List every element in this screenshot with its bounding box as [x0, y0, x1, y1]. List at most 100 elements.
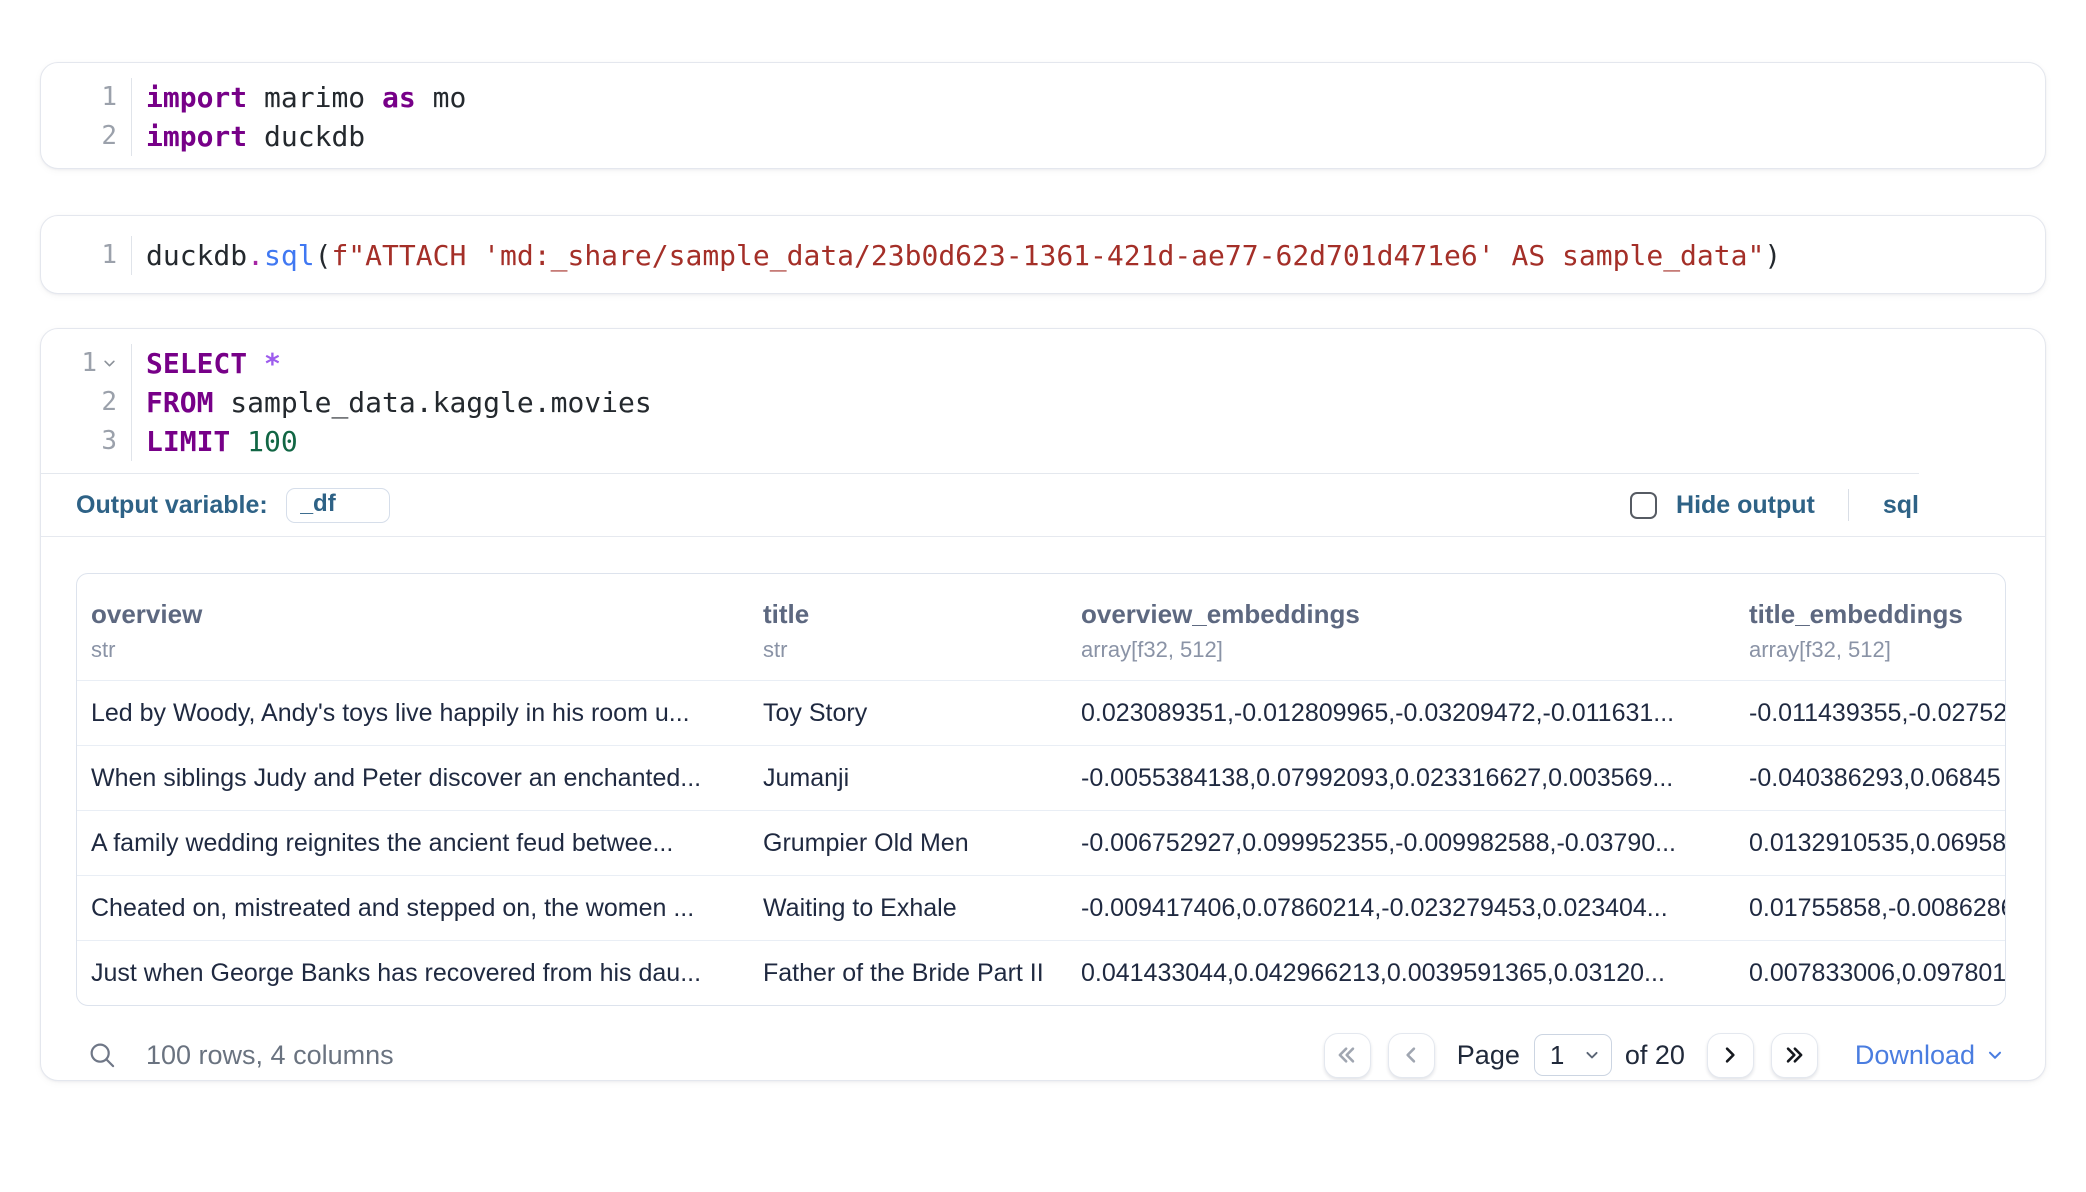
code-line: 1 import marimo as mo — [41, 78, 2045, 117]
code-cell-attach: 1 duckdb.sql(f"ATTACH 'md:_share/sample_d… — [40, 215, 2046, 294]
table-cell: Just when George Banks has recovered fro… — [77, 959, 749, 988]
code-token: duckdb — [146, 239, 247, 272]
column-header[interactable]: overview_embeddingsarray[f32, 512] — [1067, 599, 1735, 663]
table-row[interactable]: A family wedding reignites the ancient f… — [77, 810, 2005, 875]
table-row[interactable]: Just when George Banks has recovered fro… — [77, 940, 2005, 1005]
data-table: overviewstrtitlestroverview_embeddingsar… — [76, 573, 2006, 1006]
code-editor[interactable]: 1 duckdb.sql(f"ATTACH 'md:_share/sample_d… — [41, 216, 2045, 293]
line-gutter: 2 — [41, 383, 132, 422]
table-cell: Jumanji — [749, 764, 1067, 793]
code-token: FROM — [146, 386, 213, 419]
page-number-value: 1 — [1550, 1040, 1564, 1071]
code-content[interactable]: duckdb.sql(f"ATTACH 'md:_share/sample_da… — [132, 236, 1781, 275]
column-header[interactable]: titlestr — [749, 599, 1067, 663]
code-token: mo — [416, 81, 467, 114]
table-cell: -0.040386293,0.06845 — [1735, 764, 2005, 793]
fold-chevron-icon[interactable] — [102, 356, 117, 371]
table-cell: Led by Woody, Andy's toys live happily i… — [77, 699, 749, 728]
output-bar: Output variable: Hide output sql — [41, 474, 2045, 536]
line-number: 1 — [81, 344, 97, 383]
sql-cell: 1 SELECT * 2 FROM sample_data.kaggle.movies… — [40, 328, 2046, 1081]
table-output: overviewstrtitlestroverview_embeddingsar… — [41, 537, 2045, 1006]
code-line: 1 SELECT * — [41, 344, 2045, 383]
code-editor[interactable]: 1 SELECT * 2 FROM sample_data.kaggle.movies… — [41, 329, 2045, 473]
line-number: 1 — [101, 236, 117, 275]
line-gutter: 1 — [41, 236, 132, 275]
notebook: 1 import marimo as mo 2 import duckdb 1 duck… — [0, 0, 2086, 1081]
table-row[interactable]: When siblings Judy and Peter discover an… — [77, 745, 2005, 810]
table-row[interactable]: Cheated on, mistreated and stepped on, t… — [77, 875, 2005, 940]
table-cell: 0.023089351,-0.012809965,-0.03209472,-0.… — [1067, 699, 1735, 728]
code-token: SELECT — [146, 347, 247, 380]
code-editor[interactable]: 1 import marimo as mo 2 import duckdb — [41, 63, 2045, 168]
chevron-down-icon — [1582, 1045, 1602, 1065]
code-token: . — [247, 239, 264, 272]
code-content[interactable]: import marimo as mo — [132, 78, 466, 117]
download-button[interactable]: Download — [1855, 1040, 2006, 1071]
code-token: * — [264, 347, 281, 380]
page-number-select[interactable]: 1 — [1534, 1034, 1612, 1076]
code-token: duckdb — [247, 120, 365, 153]
code-token: import — [146, 120, 247, 153]
page-label: Page — [1457, 1040, 1520, 1071]
code-token — [230, 425, 247, 458]
column-dtype: array[f32, 512] — [1749, 637, 2005, 663]
code-token: LIMIT — [146, 425, 230, 458]
last-page-button[interactable] — [1771, 1033, 1818, 1078]
code-line: 3LIMIT 100 — [41, 422, 2045, 461]
download-label: Download — [1855, 1040, 1975, 1071]
code-token: ( — [315, 239, 332, 272]
pagination: Page 1 of 20 — [1324, 1033, 2006, 1078]
hide-output-checkbox[interactable] — [1630, 492, 1657, 519]
column-header[interactable]: title_embeddings array[f32, 512] — [1735, 599, 2005, 663]
code-content[interactable]: SELECT * — [132, 344, 281, 383]
line-number: 2 — [101, 383, 117, 422]
table-cell: Waiting to Exhale — [749, 894, 1067, 923]
table-cell: -0.006752927,0.099952355,-0.009982588,-0… — [1067, 829, 1735, 858]
code-line: 1 duckdb.sql(f"ATTACH 'md:_share/sample_d… — [41, 236, 2045, 275]
code-token: marimo — [247, 81, 382, 114]
table-cell: -0.009417406,0.07860214,-0.023279453,0.0… — [1067, 894, 1735, 923]
table-cell: -0.011439355,-0.02752 — [1735, 699, 2005, 728]
first-page-button[interactable] — [1324, 1033, 1371, 1078]
language-badge[interactable]: sql — [1883, 491, 1919, 520]
code-token: 100 — [247, 425, 298, 458]
table-cell: 0.041433044,0.042966213,0.0039591365,0.0… — [1067, 959, 1735, 988]
hide-output-label[interactable]: Hide output — [1676, 491, 1815, 520]
code-cell-imports: 1 import marimo as mo 2 import duckdb — [40, 62, 2046, 169]
column-dtype: str — [91, 637, 749, 663]
code-token: sample_data.kaggle.movies — [213, 386, 651, 419]
code-token: f"ATTACH 'md:_share/sample_data/23b0d623… — [331, 239, 1764, 272]
column-header[interactable]: overviewstr — [77, 599, 749, 663]
code-token: import — [146, 81, 247, 114]
table-cell: -0.0055384138,0.07992093,0.023316627,0.0… — [1067, 764, 1735, 793]
row-count-summary: 100 rows, 4 columns — [146, 1040, 394, 1071]
code-content[interactable]: FROM sample_data.kaggle.movies — [132, 383, 652, 422]
code-content[interactable]: LIMIT 100 — [132, 422, 298, 461]
code-token: ) — [1764, 239, 1781, 272]
code-token: as — [382, 81, 416, 114]
page-total-label: of 20 — [1625, 1040, 1685, 1071]
column-name: title — [763, 599, 1067, 630]
output-options-group: Hide output sql — [1630, 489, 1919, 521]
next-page-button[interactable] — [1707, 1033, 1754, 1078]
line-gutter: 3 — [41, 422, 132, 461]
table-row[interactable]: Led by Woody, Andy's toys live happily i… — [77, 680, 2005, 745]
table-cell: 0.0132910535,0.06958 — [1735, 829, 2005, 858]
code-line: 2 FROM sample_data.kaggle.movies — [41, 383, 2045, 422]
line-number: 1 — [101, 78, 117, 117]
table-footer: 100 rows, 4 columns Page 1 — [41, 1030, 2045, 1080]
line-gutter: 1 — [41, 78, 132, 117]
column-dtype: array[f32, 512] — [1081, 637, 1735, 663]
output-variable-input[interactable] — [286, 488, 390, 523]
code-content[interactable]: import duckdb — [132, 117, 365, 156]
search-icon[interactable] — [87, 1040, 118, 1071]
output-variable-group: Output variable: — [76, 488, 390, 523]
line-number: 2 — [101, 117, 117, 156]
line-gutter: 2 — [41, 117, 132, 156]
column-name: title_embeddings — [1749, 599, 2005, 630]
table-header: overviewstrtitlestroverview_embeddingsar… — [77, 574, 2005, 680]
table-cell: Grumpier Old Men — [749, 829, 1067, 858]
table-cell: Toy Story — [749, 699, 1067, 728]
previous-page-button[interactable] — [1388, 1033, 1435, 1078]
